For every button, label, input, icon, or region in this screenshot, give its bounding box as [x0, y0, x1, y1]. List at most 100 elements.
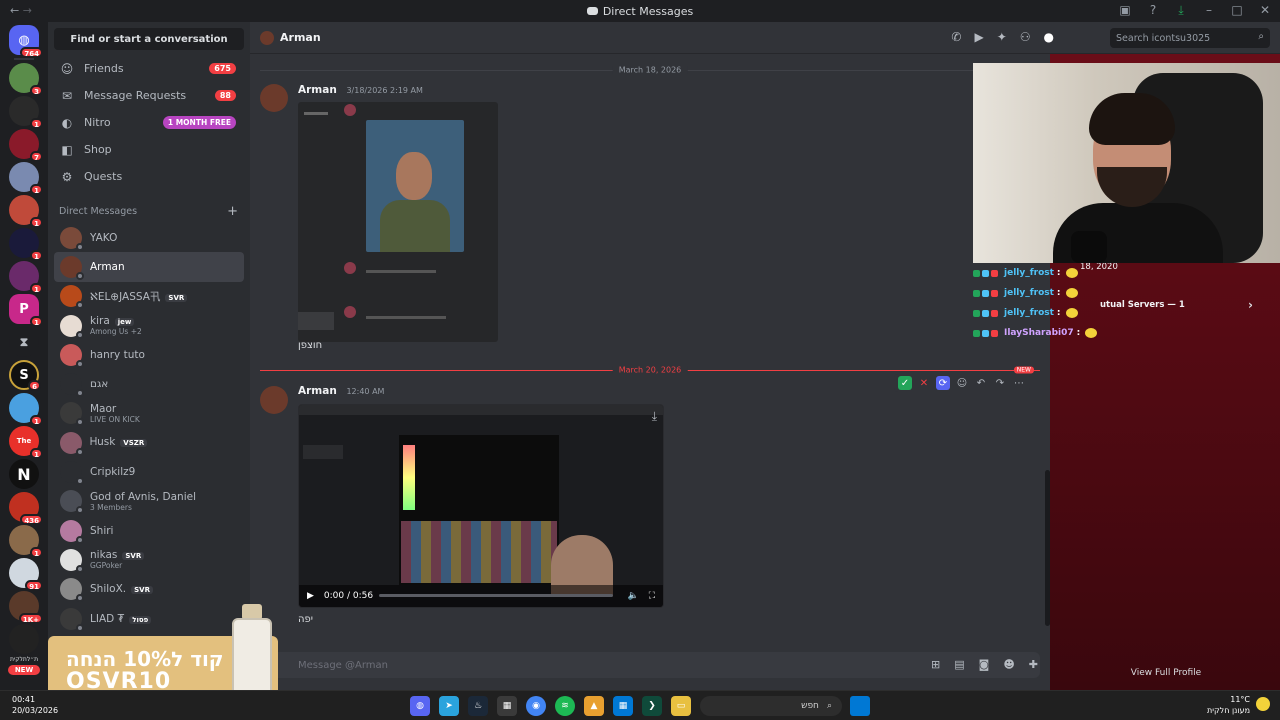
terminal-app-icon[interactable]: ❯	[642, 696, 662, 716]
message-input[interactable]: Message @Arman	[260, 652, 1040, 678]
dm-item[interactable]: God of Avnis, Daniel 3 Members	[54, 487, 244, 516]
volume-icon[interactable]: 🔈	[627, 591, 638, 601]
back-forward[interactable]: ← →	[10, 4, 32, 17]
server-icon[interactable]: 1	[9, 261, 43, 294]
spotify-app-icon[interactable]: ≋	[555, 696, 575, 716]
home-dm-button[interactable]: ◍ 764	[9, 25, 43, 58]
nav-message-requests[interactable]: ✉ Message Requests 88	[54, 82, 244, 109]
dm-item[interactable]: אגם	[54, 369, 244, 398]
server-icon[interactable]: S6	[9, 360, 41, 391]
image-attachment[interactable]	[298, 102, 498, 342]
server-icon[interactable]: 1	[9, 228, 43, 261]
sticker-icon[interactable]: ◙	[979, 658, 990, 671]
fullscreen-icon[interactable]: ⛶	[649, 591, 655, 601]
reply-icon[interactable]: ↶	[974, 376, 988, 390]
author-name[interactable]: Arman	[298, 84, 337, 96]
play-icon[interactable]: ▶	[307, 591, 314, 601]
chat-line: jelly_frost:	[973, 283, 1173, 303]
author-name[interactable]: Arman	[298, 385, 337, 397]
create-dm-icon[interactable]: +	[227, 204, 238, 219]
server-icon[interactable]	[9, 624, 39, 654]
avatar[interactable]	[260, 386, 288, 414]
server-icon[interactable]: 1K+	[9, 591, 43, 624]
app-icon[interactable]: ▲	[584, 696, 604, 716]
pin-icon[interactable]: ✦	[997, 30, 1007, 44]
nav-quests[interactable]: ⚙ Quests	[54, 163, 244, 190]
dm-item[interactable]: ℵEL⊕JASSA卂 SVR	[54, 282, 244, 311]
attachment-avatar	[344, 104, 356, 116]
gif-icon[interactable]: ▤	[954, 658, 964, 671]
promo-line1: קוד ל10% הנחה	[66, 647, 224, 671]
dm-item[interactable]: nikas SVR GGPoker	[54, 545, 244, 574]
taskbar-clock[interactable]: 00:41 20/03/2026	[12, 694, 58, 716]
apps-icon[interactable]: ✚	[1029, 658, 1038, 671]
server-icon[interactable]: N	[9, 459, 39, 489]
dm-item[interactable]: LIAD ₮ פסול	[54, 604, 244, 633]
video-attachment[interactable]: ⤓ ▶ 0:00 / 0:56 🔈 ⛶	[298, 404, 664, 608]
voice-call-icon[interactable]: ✆	[951, 30, 961, 44]
dm-item[interactable]: Ꮋusk VSZR	[54, 428, 244, 457]
video-call-icon[interactable]: ▶	[974, 30, 983, 44]
gift-icon[interactable]: ⊞	[931, 658, 940, 671]
steam-app-icon[interactable]: ♨	[468, 696, 488, 716]
discord-app-icon[interactable]: ◍	[410, 696, 430, 716]
server-icon[interactable]: The 1	[9, 426, 43, 459]
back-icon[interactable]: ←	[10, 4, 19, 17]
server-icon[interactable]: P1	[9, 294, 43, 327]
server-icon[interactable]: 91	[9, 558, 43, 591]
weather-widget[interactable]: 11°C מעונן חלקית	[1207, 694, 1250, 716]
explorer-app-icon[interactable]: ▭	[671, 696, 691, 716]
close-icon[interactable]: ✕	[1258, 3, 1272, 17]
refresh-icon[interactable]: ⟳	[936, 376, 950, 390]
dm-item[interactable]: YAKO	[54, 223, 244, 252]
server-icon[interactable]: 1	[9, 96, 43, 129]
add-friends-icon[interactable]: ⚇	[1020, 30, 1031, 44]
user-profile-icon[interactable]: ●	[1044, 30, 1054, 44]
dm-item[interactable]: Cripkilz9	[54, 457, 244, 486]
add-reaction-icon[interactable]: ☺	[955, 376, 969, 390]
help-icon[interactable]: ?	[1146, 3, 1160, 17]
dm-item[interactable]: ShiloX. SVR	[54, 575, 244, 604]
video-progress-bar[interactable]	[379, 594, 613, 597]
nav-nitro[interactable]: ◐ Nitro 1 MONTH FREE	[54, 109, 244, 136]
server-icon[interactable]: 436	[9, 492, 43, 525]
server-icon[interactable]: 1	[9, 195, 43, 228]
find-conversation-button[interactable]: Find or start a conversation	[54, 28, 244, 50]
search-input[interactable]: Search icontsu3025 ⌕	[1110, 28, 1270, 48]
download-icon[interactable]: ⤓	[1174, 3, 1188, 17]
server-icon[interactable]: 7	[9, 129, 43, 162]
maximize-icon[interactable]: □	[1230, 3, 1244, 17]
dm-item[interactable]: Arman	[54, 252, 244, 282]
chrome-app-icon[interactable]: ◉	[526, 696, 546, 716]
forward-icon[interactable]: ↷	[993, 376, 1007, 390]
more-icon[interactable]: ⋯	[1012, 376, 1026, 390]
badge: 1	[30, 217, 43, 228]
telegram-app-icon[interactable]: ➤	[439, 696, 459, 716]
avatar[interactable]	[260, 84, 288, 112]
start-button-icon[interactable]	[850, 696, 870, 716]
grid-app-icon[interactable]: ▦	[613, 696, 633, 716]
inbox-icon[interactable]: ▣	[1118, 3, 1132, 17]
emoji-icon[interactable]: ☻	[1003, 658, 1014, 671]
nav-friends[interactable]: ☺ Friends 675	[54, 55, 244, 82]
server-icon[interactable]: 1	[9, 162, 43, 195]
forward-icon[interactable]: →	[23, 4, 32, 17]
view-full-profile[interactable]: View Full Profile	[1050, 668, 1280, 678]
minimize-icon[interactable]: –	[1202, 3, 1216, 17]
dm-item[interactable]: kira jew Among Us +2	[54, 311, 244, 340]
hourglass-icon[interactable]: ⧗	[9, 327, 39, 357]
server-icon[interactable]: 1	[9, 525, 43, 558]
dm-item[interactable]: Shiri	[54, 516, 244, 545]
taskbar-search[interactable]: חפש ⌕	[700, 696, 842, 716]
store-app-icon[interactable]: ▦	[497, 696, 517, 716]
dm-item[interactable]: Maor LIVE ON KICK	[54, 399, 244, 428]
dm-item[interactable]: hanry tuto	[54, 340, 244, 369]
cross-icon[interactable]: ✕	[917, 376, 931, 390]
download-icon[interactable]: ⤓	[652, 409, 657, 424]
server-icon[interactable]: 3	[9, 63, 43, 96]
check-icon[interactable]: ✓	[898, 376, 912, 390]
server-icon[interactable]: 1	[9, 393, 43, 426]
nav-shop[interactable]: ◧ Shop	[54, 136, 244, 163]
window-title-text: Direct Messages	[602, 4, 694, 18]
message-list[interactable]: March 18, 2026 Arman 3/18/2026 2:19 AM ח…	[250, 54, 1050, 650]
